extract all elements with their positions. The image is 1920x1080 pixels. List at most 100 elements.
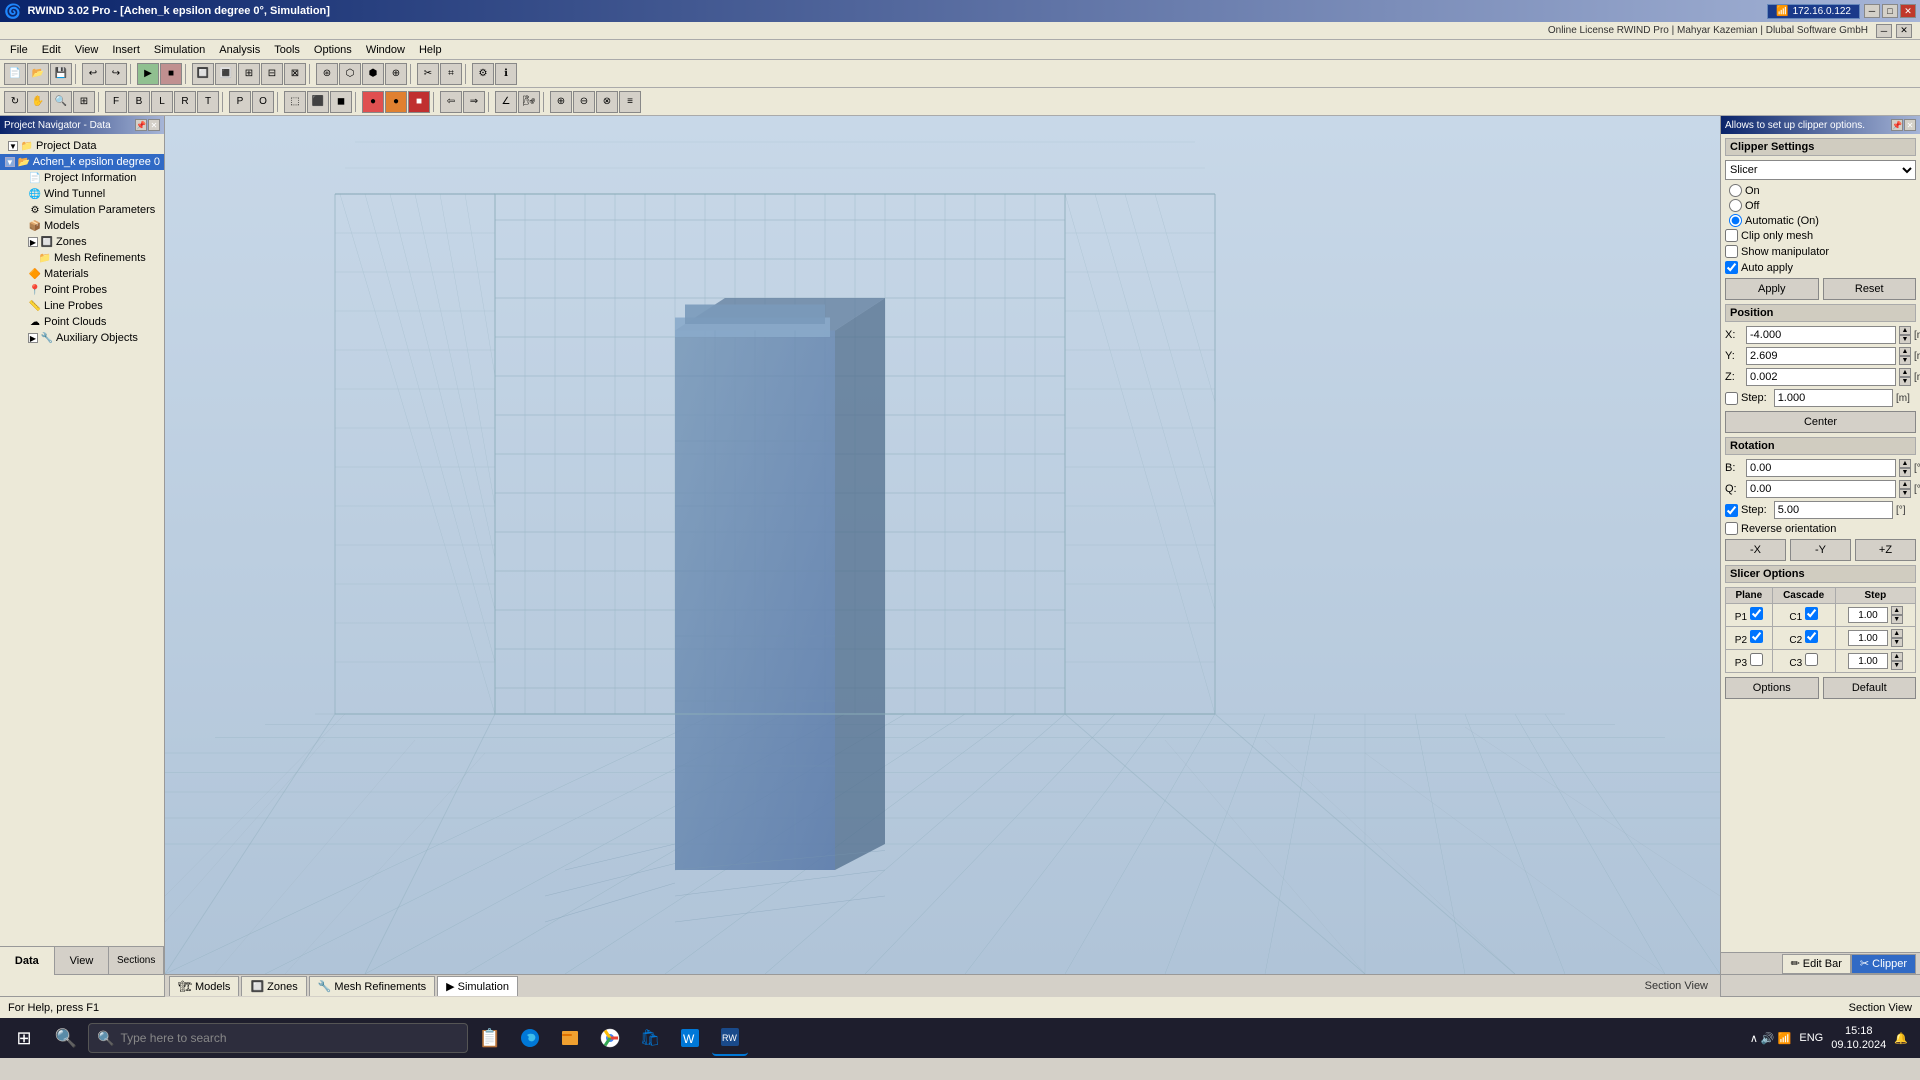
view-tab-zones[interactable]: 🔲Zones	[241, 976, 306, 996]
c3-checkbox[interactable]	[1805, 653, 1818, 666]
p3-step-down[interactable]: ▼	[1891, 661, 1903, 670]
minimize-button[interactable]: ─	[1864, 4, 1880, 18]
b-down[interactable]: ▼	[1899, 468, 1911, 477]
tb2-ortho[interactable]: O	[252, 91, 274, 113]
tree-zones[interactable]: ▶ 🔲 Zones	[0, 234, 164, 250]
nav-close[interactable]: ✕	[148, 119, 160, 131]
menu-view[interactable]: View	[69, 42, 105, 58]
menu-analysis[interactable]: Analysis	[213, 42, 266, 58]
tb2-extra1[interactable]: ⊕	[550, 91, 572, 113]
tree-project[interactable]: ▼ 📂 Achen_k epsilon degree 0	[0, 154, 164, 170]
b-up[interactable]: ▲	[1899, 459, 1911, 468]
tb2-solid[interactable]: ⬛	[307, 91, 329, 113]
x-axis-button[interactable]: -X	[1725, 539, 1786, 561]
tb2-back[interactable]: B	[128, 91, 150, 113]
y-down[interactable]: ▼	[1899, 356, 1911, 365]
license-minimize[interactable]: ─	[1876, 24, 1892, 38]
menu-insert[interactable]: Insert	[106, 42, 146, 58]
tb-open[interactable]: 📂	[27, 63, 49, 85]
tb2-rec[interactable]: ■	[408, 91, 430, 113]
license-close[interactable]: ✕	[1896, 24, 1912, 38]
p1-step-input[interactable]	[1848, 607, 1888, 623]
tb2-extra3[interactable]: ⊗	[596, 91, 618, 113]
edit-bar-tab[interactable]: ✏ Edit Bar	[1782, 954, 1851, 974]
taskbar-icon-store[interactable]: 🛍	[632, 1020, 668, 1056]
tree-root[interactable]: ▼ 📁 Project Data	[0, 138, 164, 154]
search-taskbar-icon[interactable]: 🔍	[48, 1020, 84, 1056]
x-input[interactable]	[1746, 326, 1896, 344]
menu-options[interactable]: Options	[308, 42, 358, 58]
clipper-tab[interactable]: ✂ Clipper	[1851, 954, 1916, 974]
nav-tab-sections[interactable]: Sections	[109, 947, 164, 975]
c2-checkbox[interactable]	[1805, 630, 1818, 643]
tree-project-info[interactable]: 📄 Project Information	[0, 170, 164, 186]
start-button[interactable]: ⊞	[4, 1018, 44, 1058]
tb-mesh[interactable]: ⊛	[316, 63, 338, 85]
auto-apply-checkbox[interactable]	[1725, 261, 1738, 274]
tb-undo[interactable]: ↩	[82, 63, 104, 85]
view-tab-mesh[interactable]: 🔧Mesh Refinements	[309, 976, 435, 996]
tree-sim-params[interactable]: ⚙ Simulation Parameters	[0, 202, 164, 218]
y-up[interactable]: ▲	[1899, 347, 1911, 356]
tb-clip2[interactable]: ⌗	[440, 63, 462, 85]
tb-view2[interactable]: 🔳	[215, 63, 237, 85]
clipper-pin[interactable]: 📌	[1891, 119, 1903, 131]
taskbar-icon-1[interactable]: 📋	[472, 1020, 508, 1056]
tb-new[interactable]: 📄	[4, 63, 26, 85]
clipper-type-select[interactable]: Slicer Box Sphere	[1725, 160, 1916, 180]
rot-step-input[interactable]	[1774, 501, 1893, 519]
q-down[interactable]: ▼	[1899, 489, 1911, 498]
b-input[interactable]	[1746, 459, 1896, 477]
clip-mesh-checkbox[interactable]	[1725, 229, 1738, 242]
taskbar-app-1[interactable]: W	[672, 1020, 708, 1056]
taskbar-icon-edge[interactable]	[512, 1020, 548, 1056]
z-axis-button[interactable]: +Z	[1855, 539, 1916, 561]
view-tab-models[interactable]: 🏗Models	[169, 976, 239, 996]
p1-checkbox[interactable]	[1750, 607, 1763, 620]
menu-simulation[interactable]: Simulation	[148, 42, 211, 58]
tree-wind-tunnel[interactable]: 🌐 Wind Tunnel	[0, 186, 164, 202]
tb-view1[interactable]: 🔲	[192, 63, 214, 85]
menu-window[interactable]: Window	[360, 42, 411, 58]
step-checkbox[interactable]	[1725, 392, 1738, 405]
zones-expand[interactable]: ▶	[28, 237, 38, 247]
nav-pin[interactable]: 📌	[135, 119, 147, 131]
reverse-checkbox[interactable]	[1725, 522, 1738, 535]
p1-step-down[interactable]: ▼	[1891, 615, 1903, 624]
tb2-persp[interactable]: P	[229, 91, 251, 113]
radio-on[interactable]	[1729, 184, 1742, 197]
q-input[interactable]	[1746, 480, 1896, 498]
tb-zones[interactable]: ⬢	[362, 63, 384, 85]
tb-view3[interactable]: ⊞	[238, 63, 260, 85]
tree-mesh-ref[interactable]: 📁 Mesh Refinements	[0, 250, 164, 266]
p2-step-up[interactable]: ▲	[1891, 629, 1903, 638]
viewport-3d[interactable]	[165, 116, 1720, 974]
tb2-top[interactable]: T	[197, 91, 219, 113]
tree-models[interactable]: 📦 Models	[0, 218, 164, 234]
tb2-wind[interactable]: 🌬	[518, 91, 540, 113]
tb2-color1[interactable]: ●	[362, 91, 384, 113]
slicer-default-button[interactable]: Default	[1823, 677, 1917, 699]
tb2-fit[interactable]: ⊞	[73, 91, 95, 113]
taskbar-app-rwind[interactable]: RW	[712, 1020, 748, 1056]
tb2-zoom[interactable]: 🔍	[50, 91, 72, 113]
tb2-left[interactable]: L	[151, 91, 173, 113]
tb-probe[interactable]: ⊕	[385, 63, 407, 85]
root-expand[interactable]: ▼	[8, 141, 18, 151]
z-up[interactable]: ▲	[1899, 368, 1911, 377]
show-manip-checkbox[interactable]	[1725, 245, 1738, 258]
tb-view5[interactable]: ⊠	[284, 63, 306, 85]
apply-button[interactable]: Apply	[1725, 278, 1819, 300]
menu-help[interactable]: Help	[413, 42, 448, 58]
nav-tab-view[interactable]: View	[55, 947, 110, 975]
tree-point-probes[interactable]: 📍 Point Probes	[0, 282, 164, 298]
z-down[interactable]: ▼	[1899, 377, 1911, 386]
tb2-arrow2[interactable]: ⇒	[463, 91, 485, 113]
slicer-options-button[interactable]: Options	[1725, 677, 1819, 699]
taskbar-icon-chrome[interactable]	[592, 1020, 628, 1056]
reset-button[interactable]: Reset	[1823, 278, 1917, 300]
clipper-close[interactable]: ✕	[1904, 119, 1916, 131]
tb2-wire[interactable]: ⬚	[284, 91, 306, 113]
tb2-extra2[interactable]: ⊖	[573, 91, 595, 113]
tb-save[interactable]: 💾	[50, 63, 72, 85]
